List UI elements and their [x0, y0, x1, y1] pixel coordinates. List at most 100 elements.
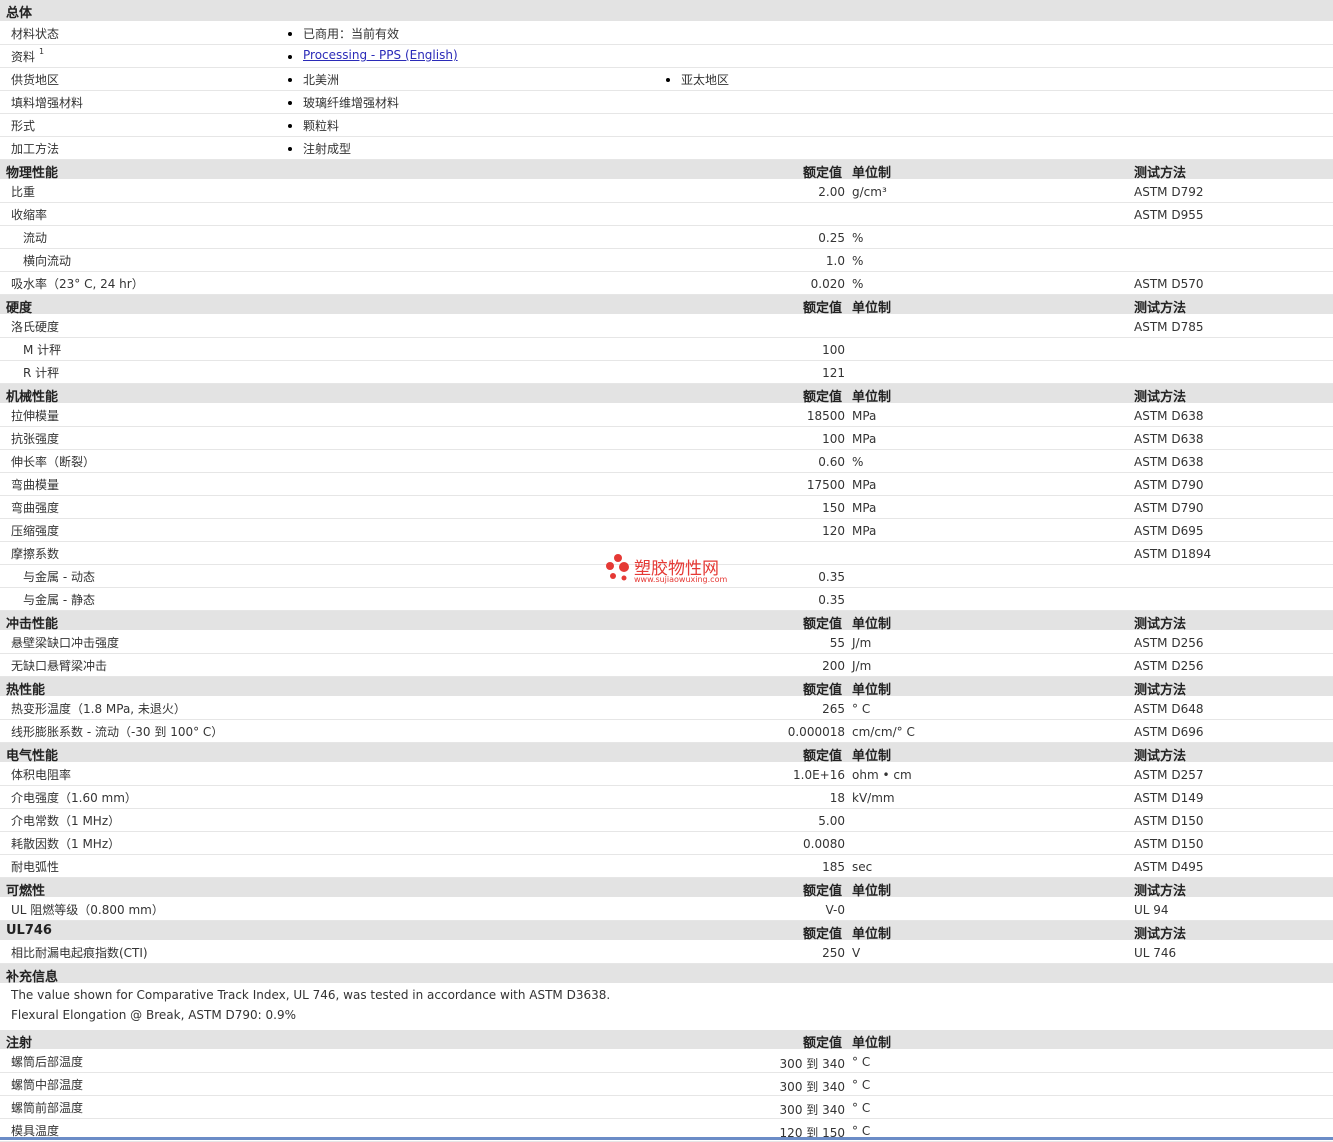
test-method: ASTM D638: [1134, 432, 1204, 446]
test-method: ASTM D648: [1134, 702, 1204, 716]
property-value: 0.60: [818, 455, 845, 469]
header-unit: 单位制: [852, 166, 892, 181]
property-unit: %: [852, 231, 864, 245]
document-link[interactable]: Processing - PPS (English): [303, 48, 458, 62]
header-value: 额定值: [803, 166, 843, 181]
property-value: 100: [822, 432, 845, 446]
property-row: 相比耐漏电起痕指数(CTI) 250 V UL 746: [0, 941, 1333, 964]
property-name: 流动: [23, 231, 48, 245]
general-label: 材料状态: [11, 27, 60, 41]
header-value: 额定值: [803, 927, 843, 942]
property-value: 0.35: [818, 570, 845, 584]
property-row: UL 阻燃等级（0.800 mm） V-0 UL 94: [0, 898, 1333, 921]
property-name: 耐电弧性: [11, 860, 60, 874]
property-value: 18500: [806, 409, 845, 423]
property-value: 185: [822, 860, 845, 874]
section-header: 总体: [0, 0, 1333, 22]
property-row: 比重 2.00 g/cm³ ASTM D792: [0, 180, 1333, 203]
property-name: 弯曲强度: [11, 501, 60, 515]
header-test: 测试方法: [1134, 927, 1187, 942]
general-value: 已商用：当前有效: [303, 27, 400, 41]
section-header: 机械性能 额定值 单位制 测试方法: [0, 384, 1333, 405]
property-row: 悬壁梁缺口冲击强度 55 J/m ASTM D256: [0, 631, 1333, 654]
header-value: 额定值: [803, 390, 843, 405]
property-value: 55: [829, 636, 845, 650]
header-value: 额定值: [803, 749, 843, 764]
general-row: 填料增强材料 玻璃纤维增强材料: [0, 91, 1333, 114]
property-value: 100: [822, 343, 845, 357]
bullet-icon: [288, 124, 292, 128]
header-value: 额定值: [803, 301, 843, 316]
property-value: 250: [822, 946, 845, 960]
section-header: 硬度 额定值 单位制 测试方法: [0, 295, 1333, 316]
bullet-icon: [288, 78, 292, 82]
injection-value: 300 到 340: [779, 1103, 845, 1117]
property-unit: %: [852, 455, 864, 469]
section-title: UL746: [6, 923, 52, 938]
property-value: V-0: [825, 903, 845, 917]
test-method: ASTM D955: [1134, 208, 1204, 222]
header-value: 额定值: [803, 1036, 843, 1051]
test-method: ASTM D150: [1134, 814, 1204, 828]
general-label: 供货地区: [11, 73, 60, 87]
section-header: 冲击性能 额定值 单位制 测试方法: [0, 611, 1333, 632]
general-value: 颗粒料: [303, 119, 340, 133]
section-header: 补充信息: [0, 964, 1333, 985]
property-value: 0.000018: [787, 725, 845, 739]
property-row: 介电强度（1.60 mm） 18 kV/mm ASTM D149: [0, 786, 1333, 809]
property-row: 无缺口悬臂梁冲击 200 J/m ASTM D256: [0, 654, 1333, 677]
header-unit: 单位制: [852, 749, 892, 764]
header-unit: 单位制: [852, 1036, 892, 1051]
property-name: 弯曲模量: [11, 478, 60, 492]
section-title: 电气性能: [6, 749, 59, 764]
general-row: 供货地区 北美洲 亚太地区: [0, 68, 1333, 91]
test-method: ASTM D495: [1134, 860, 1204, 874]
header-test: 测试方法: [1134, 301, 1187, 316]
injection-unit: ° C: [852, 1055, 871, 1069]
property-row: M 计秤 100: [0, 338, 1333, 361]
property-value: 121: [822, 366, 845, 380]
general-label: 形式: [11, 119, 36, 133]
property-row: 压缩强度 120 MPa ASTM D695: [0, 519, 1333, 542]
section-title: 热性能: [6, 683, 46, 698]
injection-row: 螺筒后部温度 300 到 340 ° C: [0, 1050, 1333, 1073]
supplement-note: Flexural Elongation @ Break, ASTM D790: …: [11, 1008, 297, 1022]
property-value: 120: [822, 524, 845, 538]
test-method: ASTM D790: [1134, 478, 1204, 492]
header-unit: 单位制: [852, 683, 892, 698]
bullet-icon: [288, 147, 292, 151]
property-name: 收缩率: [11, 208, 48, 222]
test-method: ASTM D792: [1134, 185, 1204, 199]
property-row: 抗张强度 100 MPa ASTM D638: [0, 427, 1333, 450]
test-method: ASTM D638: [1134, 455, 1204, 469]
general-label: 填料增强材料: [11, 96, 84, 110]
property-row: 介电常数（1 MHz） 5.00 ASTM D150: [0, 809, 1333, 832]
property-value: 18: [829, 791, 845, 805]
test-method: ASTM D638: [1134, 409, 1204, 423]
general-row: 加工方法 注射成型: [0, 137, 1333, 160]
watermark-url: www.sujiaowuxing.com: [634, 575, 728, 584]
section-header: 电气性能 额定值 单位制 测试方法: [0, 743, 1333, 764]
property-unit: sec: [852, 860, 873, 874]
property-row: 洛氏硬度 ASTM D785: [0, 315, 1333, 338]
property-row: 收缩率 ASTM D955: [0, 203, 1333, 226]
section-header: 物理性能 额定值 单位制 测试方法: [0, 160, 1333, 181]
section-title: 补充信息: [6, 970, 59, 985]
section-header: 可燃性 额定值 单位制 测试方法: [0, 878, 1333, 899]
note-row: Flexural Elongation @ Break, ASTM D790: …: [0, 1004, 1333, 1024]
logo-dots-icon: [606, 554, 629, 581]
property-value: 0.0080: [803, 837, 845, 851]
property-unit: ° C: [852, 702, 871, 716]
bullet-icon: [666, 78, 670, 82]
property-row: 体积电阻率 1.0E+16 ohm • cm ASTM D257: [0, 763, 1333, 786]
property-value: 150: [822, 501, 845, 515]
header-unit: 单位制: [852, 390, 892, 405]
property-name: M 计秤: [23, 343, 62, 357]
property-name: 伸长率（断裂）: [11, 455, 96, 469]
injection-name: 螺筒前部温度: [11, 1101, 84, 1115]
property-name: UL 阻燃等级（0.800 mm）: [11, 903, 164, 917]
test-method: ASTM D257: [1134, 768, 1204, 782]
property-name: 体积电阻率: [11, 768, 72, 782]
test-method: ASTM D695: [1134, 524, 1204, 538]
property-unit: %: [852, 277, 864, 291]
